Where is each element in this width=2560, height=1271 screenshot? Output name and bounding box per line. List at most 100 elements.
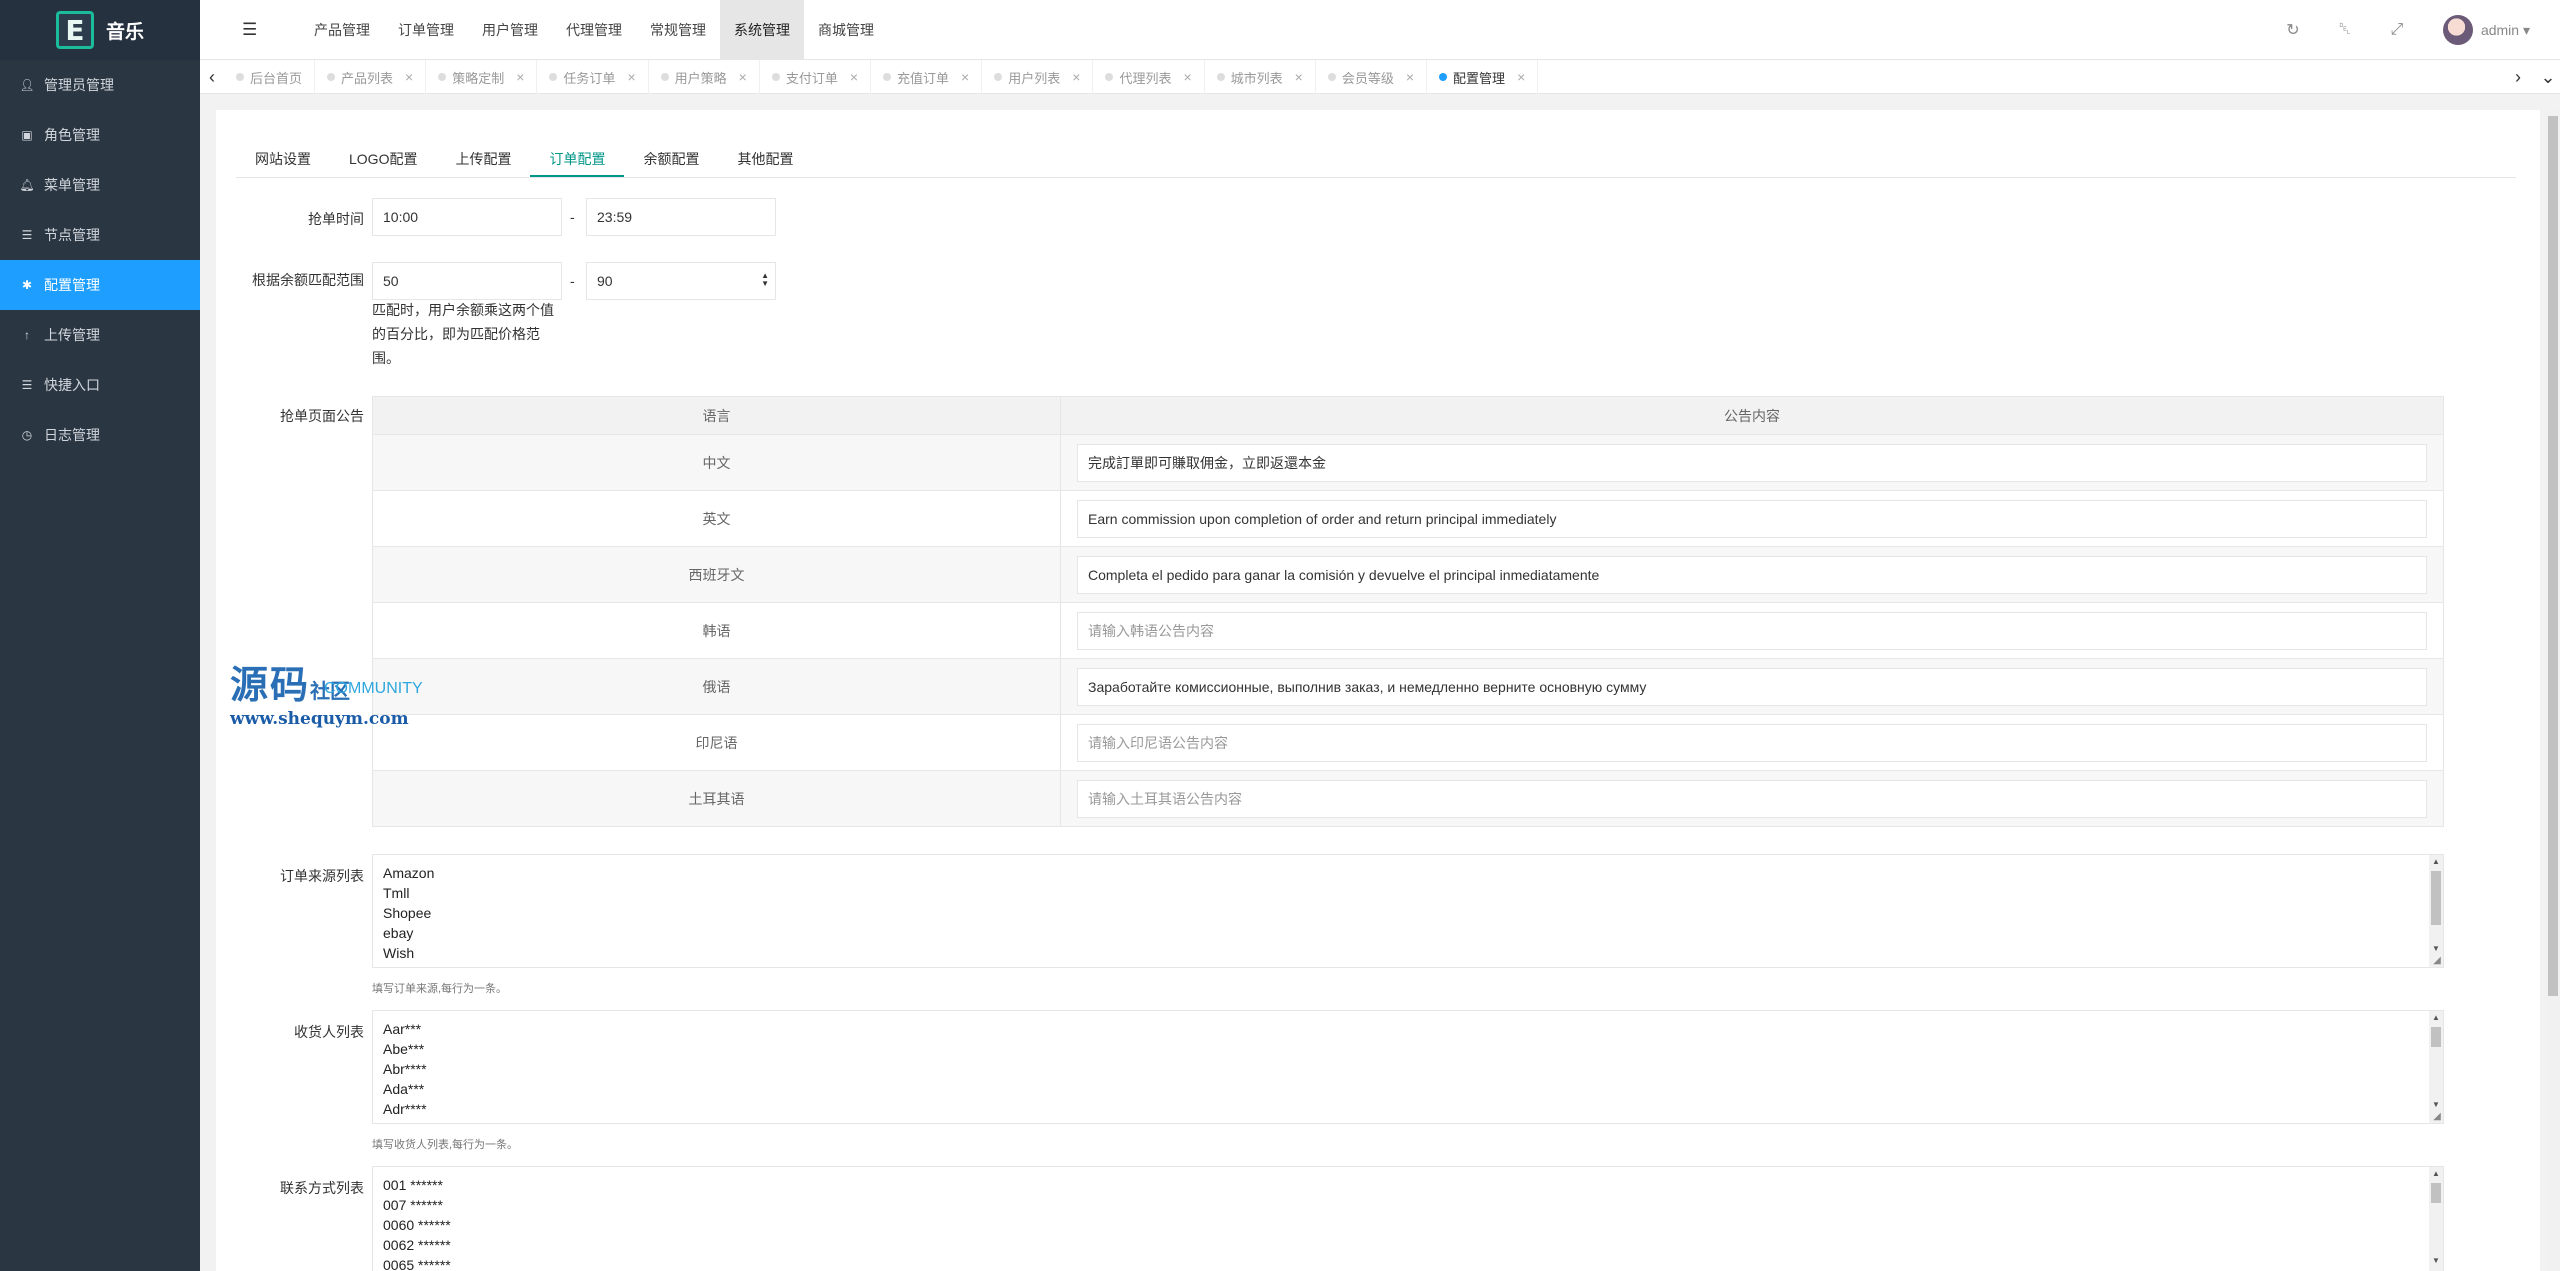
scroll-up-icon[interactable]: ▲ [2432, 1013, 2440, 1022]
subtab-site[interactable]: 网站设置 [236, 140, 330, 177]
brand-name: 音乐 [105, 21, 144, 43]
avatar[interactable] [2442, 15, 2473, 45]
gear-icon: ✱ [21, 278, 33, 292]
subtab-upload[interactable]: 上传配置 [436, 140, 530, 177]
notice-input-ko[interactable]: 请输入韩语公告内容 [1077, 611, 2427, 650]
menu-toggle-icon[interactable]: ☰ [242, 20, 257, 40]
scroll-down-icon[interactable]: ▼ [2432, 944, 2440, 953]
sources-textarea[interactable]: Amazon Tmll Shopee ebay Wish ▲ ▼ ◢ [372, 854, 2444, 968]
tabs-next-icon[interactable]: › [2506, 60, 2530, 94]
notice-input-id[interactable]: 请输入印尼语公告内容 [1077, 723, 2427, 762]
notice-input-en[interactable]: Earn commission upon completion of order… [1077, 499, 2427, 538]
tab-member-level[interactable]: 会员等级 × [1316, 60, 1428, 94]
sidebar-item-shortcut[interactable]: ☰ 快捷入口 [0, 360, 200, 410]
textarea-scrollbar[interactable]: ▲ ▼ [2429, 855, 2443, 967]
tab-agent-list[interactable]: 代理列表 × [1093, 60, 1205, 94]
logo[interactable]: E 音乐 [0, 0, 200, 60]
scroll-up-icon[interactable]: ▲ [2432, 857, 2440, 866]
balance-min-input[interactable]: 50 [372, 262, 562, 300]
tab-user-list[interactable]: 用户列表 × [982, 60, 1094, 94]
sidebar-item-upload[interactable]: ↑ 上传管理 [0, 310, 200, 360]
tab-products[interactable]: 产品列表 × [315, 60, 427, 94]
close-icon[interactable]: × [961, 69, 969, 85]
tab-payment-order[interactable]: 支付订单 × [760, 60, 872, 94]
receivers-textarea[interactable]: Aar*** Abe*** Abr**** Ada*** Adr**** ▲ ▼ … [372, 1010, 2444, 1124]
close-icon[interactable]: × [516, 69, 524, 85]
tab-strategy[interactable]: 策略定制 × [426, 60, 538, 94]
refresh-icon[interactable]: ↻ [2267, 20, 2319, 40]
subtab-balance[interactable]: 余额配置 [624, 140, 718, 177]
subtab-logo[interactable]: LOGO配置 [330, 140, 436, 177]
nav-agent[interactable]: 代理管理 [552, 0, 636, 60]
page-scrollbar-thumb[interactable] [2548, 116, 2558, 996]
sidebar-item-config[interactable]: ✱ 配置管理 [0, 260, 200, 310]
subtab-other[interactable]: 其他配置 [718, 140, 812, 177]
table-row: 西班牙文 Completa el pedido para ganar la co… [372, 546, 2444, 603]
content-cell: 请输入韩语公告内容 [1060, 602, 2444, 659]
tab-dot [1327, 73, 1336, 81]
top-header: ☰ 产品管理 订单管理 用户管理 代理管理 常规管理 系统管理 商城管理 ↻ ␡… [200, 0, 2560, 60]
balance-max-input[interactable]: 90 ▲ ▼ [586, 262, 776, 300]
nav-order[interactable]: 订单管理 [384, 0, 468, 60]
fullscreen-icon[interactable]: ⤢ [2371, 21, 2423, 39]
nav-general[interactable]: 常规管理 [636, 0, 720, 60]
nav-system[interactable]: 系统管理 [720, 0, 804, 60]
nav-mall[interactable]: 商城管理 [804, 0, 888, 60]
scrollbar-thumb[interactable] [2431, 1183, 2441, 1203]
tab-city-list[interactable]: 城市列表 × [1205, 60, 1316, 94]
sidebar-item-label: 节点管理 [44, 227, 100, 243]
tab-config[interactable]: 配置管理 × [1427, 60, 1539, 94]
content-cell: 完成訂單即可賺取佣金，立即返還本金 [1060, 434, 2444, 491]
scroll-up-icon[interactable]: ▲ [2432, 1169, 2440, 1178]
column-header-lang: 语言 [372, 396, 1061, 435]
resize-grip-icon[interactable]: ◢ [2431, 1111, 2443, 1123]
sources-hint: 填写订单来源,每行为一条。 [372, 983, 508, 995]
tab-task-order[interactable]: 任务订单 × [537, 60, 649, 94]
close-icon[interactable]: × [1517, 69, 1525, 85]
scroll-down-icon[interactable]: ▼ [2432, 1256, 2440, 1265]
contacts-textarea[interactable]: 001 ****** 007 ****** 0060 ****** 0062 *… [372, 1166, 2444, 1271]
subtab-order[interactable]: 订单配置 [530, 140, 625, 177]
tab-label: 代理列表 [1119, 70, 1172, 86]
sidebar-item-menu[interactable]: 🔔︎ 菜单管理 [0, 160, 200, 210]
close-icon[interactable]: × [850, 69, 858, 85]
sidebar-item-log[interactable]: ◷ 日志管理 [0, 410, 200, 460]
nav-user[interactable]: 用户管理 [468, 0, 552, 60]
close-icon[interactable]: × [1295, 69, 1303, 85]
trash-icon[interactable]: ␡ [2319, 21, 2371, 39]
tabs-menu-chevron-down-icon[interactable]: ⌄ [2536, 60, 2560, 94]
sidebar-item-role[interactable]: ▣ 角色管理 [0, 110, 200, 160]
close-icon[interactable]: × [405, 69, 413, 85]
scrollbar-thumb[interactable] [2431, 1027, 2441, 1047]
tab-home[interactable]: 后台首页 [224, 60, 316, 94]
page-scrollbar[interactable] [2546, 110, 2560, 1271]
close-icon[interactable]: × [1183, 69, 1191, 85]
sidebar-item-node[interactable]: ☰ 节点管理 [0, 210, 200, 260]
bell-icon: 🔔︎ [19, 178, 35, 192]
notice-input-es[interactable]: Completa el pedido para ganar la comisió… [1077, 555, 2427, 594]
textarea-scrollbar[interactable]: ▲ ▼ [2429, 1167, 2443, 1271]
tab-user-strategy[interactable]: 用户策略 × [649, 60, 760, 94]
notice-input-ru[interactable]: Заработайте комиссионные, выполнив заказ… [1077, 667, 2427, 706]
close-icon[interactable]: × [1072, 69, 1080, 85]
grab-time-start-input[interactable]: 10:00 [372, 198, 562, 236]
close-icon[interactable]: × [627, 69, 635, 85]
nav-product[interactable]: 产品管理 [300, 0, 384, 60]
sidebar-item-admin[interactable]: 👤︎ 管理员管理 [0, 60, 200, 110]
tabs-prev-icon[interactable]: ‹ [200, 60, 224, 94]
notice-input-zh[interactable]: 完成訂單即可賺取佣金，立即返還本金 [1077, 443, 2427, 482]
scrollbar-thumb[interactable] [2431, 871, 2441, 925]
close-icon[interactable]: × [1406, 69, 1414, 85]
close-icon[interactable]: × [739, 69, 747, 85]
number-spinner-icon[interactable]: ▲ ▼ [761, 272, 769, 288]
resize-grip-icon[interactable]: ◢ [2431, 955, 2443, 967]
textarea-line: Amazon [383, 865, 435, 881]
tab-dot [327, 73, 336, 81]
tab-label: 用户策略 [674, 70, 727, 86]
textarea-scrollbar[interactable]: ▲ ▼ [2429, 1011, 2443, 1123]
user-menu[interactable]: admin ▾ [2481, 22, 2530, 39]
notice-input-tr[interactable]: 请输入土耳其语公告内容 [1077, 779, 2427, 818]
scroll-down-icon[interactable]: ▼ [2432, 1100, 2440, 1109]
tab-recharge-order[interactable]: 充值订单 × [871, 60, 983, 94]
grab-time-end-input[interactable]: 23:59 [586, 198, 776, 236]
